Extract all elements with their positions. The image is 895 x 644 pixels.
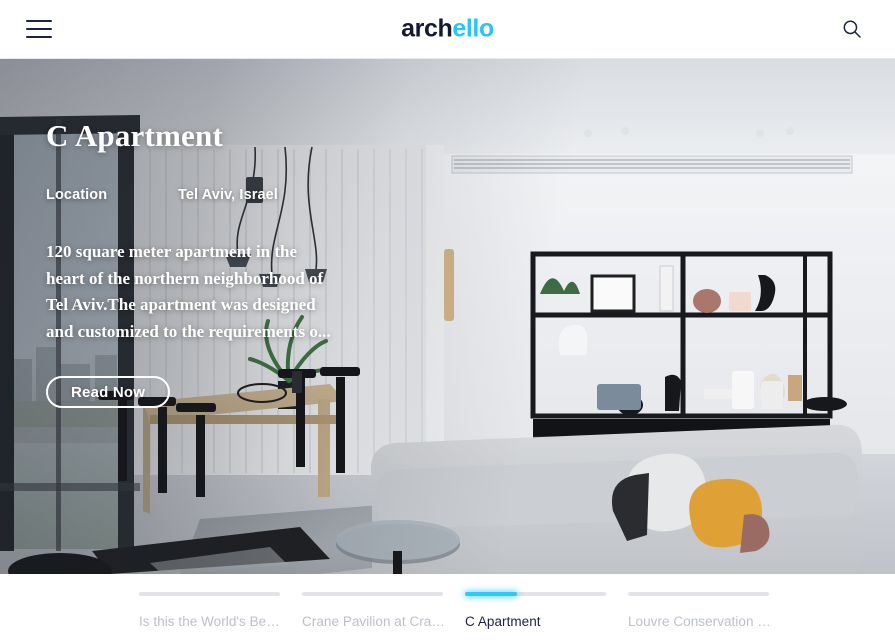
carousel-progress-bar-3[interactable] <box>628 592 769 596</box>
hero-location-row: Location Tel Aviv, Israel <box>46 187 376 203</box>
site-header: archello <box>0 0 895 59</box>
hamburger-line-2 <box>26 28 52 30</box>
carousel-progress-bar-0[interactable] <box>139 592 280 596</box>
article-carousel: Is this the World's Be… Crane Pavilion a… <box>0 574 895 644</box>
hamburger-menu-icon[interactable] <box>26 17 54 41</box>
carousel-progress-bar-2[interactable] <box>465 592 606 596</box>
logo-text-accent: ello <box>452 14 494 43</box>
hero-location-value: Tel Aviv, Israel <box>178 186 278 203</box>
carousel-item-2[interactable]: C Apartment <box>465 592 618 631</box>
carousel-track: Is this the World's Be… Crane Pavilion a… <box>0 592 895 631</box>
carousel-item-1[interactable]: Crane Pavilion at Cra… <box>302 592 455 631</box>
carousel-item-3[interactable]: Louvre Conservation … <box>628 592 781 631</box>
hero-location-label: Location <box>46 186 108 203</box>
hamburger-line-3 <box>26 36 52 38</box>
read-now-button[interactable]: Read Now <box>46 376 171 409</box>
hero-description: 120 square meter apartment in the heart … <box>46 241 331 342</box>
carousel-label-1: Crane Pavilion at Cra… <box>302 614 445 629</box>
hero-banner: C Apartment Location Tel Aviv, Israel 12… <box>0 59 895 574</box>
carousel-progress-bar-1[interactable] <box>302 592 443 596</box>
carousel-label-2: C Apartment <box>465 614 541 629</box>
carousel-label-0: Is this the World's Be… <box>139 614 280 629</box>
hamburger-line-1 <box>26 20 52 22</box>
hero-title: C Apartment <box>46 118 223 153</box>
carousel-progress-fill-2 <box>465 592 518 596</box>
site-logo[interactable]: archello <box>401 14 494 43</box>
carousel-item-0[interactable]: Is this the World's Be… <box>139 592 292 631</box>
search-glyph <box>843 20 861 38</box>
search-icon[interactable] <box>839 16 865 42</box>
page-root: archello C Apartment Location Tel Aviv, … <box>0 0 895 644</box>
carousel-label-3: Louvre Conservation … <box>628 614 771 629</box>
logo-text-dark: arch <box>401 14 453 43</box>
hero-content: C Apartment Location Tel Aviv, Israel 12… <box>46 118 376 409</box>
